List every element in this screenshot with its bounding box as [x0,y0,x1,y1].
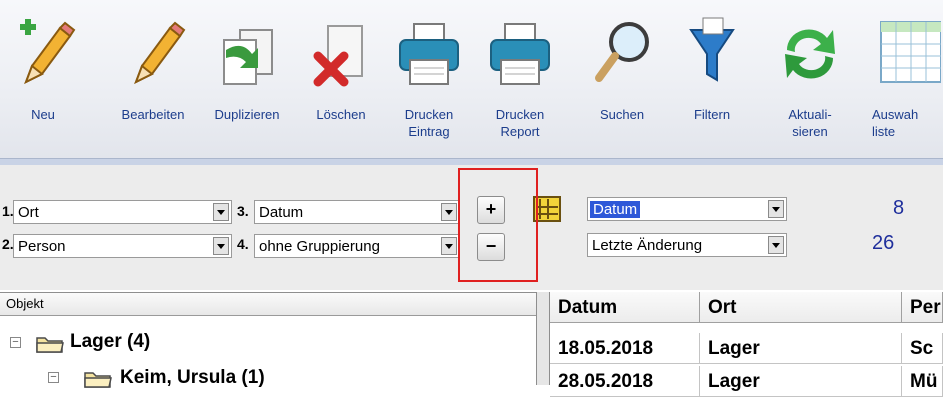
group-level-4-value: ohne Gruppierung [259,238,380,255]
chevron-down-icon[interactable] [213,237,229,255]
group-level-3-number: 3. [237,203,249,219]
tree-item-keim[interactable]: Keim, Ursula (1) [120,367,265,389]
pencil-icon [134,21,186,85]
count-1: 8 [893,197,905,219]
tree-item-lager[interactable]: Lager (4) [70,331,150,353]
cell-datum[interactable]: 28.05.2018 [550,366,700,397]
data-grid: Datum Ort Per 18.05.2018 Lager Sc 28.05.… [550,292,943,397]
refresh-label: Aktuali- sieren [788,107,832,139]
chevron-down-icon[interactable] [213,203,229,221]
delete-label: Löschen [316,107,366,122]
chevron-down-icon[interactable] [768,200,784,218]
cell-person[interactable]: Sc [902,333,943,364]
tree-header: Objekt [0,293,536,316]
group-level-1-number: 1. [2,203,14,219]
print-entry-button[interactable]: Drucken Eintrag [393,0,465,158]
funnel-icon [689,17,735,82]
filter-button[interactable]: Filtern [677,0,747,158]
cell-person[interactable]: Mü [902,366,943,397]
chevron-down-icon[interactable] [441,237,457,255]
delete-button[interactable]: Löschen [301,0,381,158]
sort-field-1-value: Datum [590,201,641,218]
edit-label: Bearbeiten [121,107,185,122]
refresh-button[interactable]: Aktuali- sieren [770,0,850,158]
duplicate-label: Duplizieren [214,107,280,122]
sort-field-2-value: Letzte Änderung [592,237,703,254]
splitter[interactable] [536,292,550,385]
sort-field-2-select[interactable]: Letzte Änderung [587,233,787,257]
group-level-4-select[interactable]: ohne Gruppierung [254,234,460,258]
column-header-datum[interactable]: Datum [550,292,700,323]
duplicate-icon [223,29,273,85]
column-header-ort[interactable]: Ort [700,292,902,323]
delete-icon [313,25,363,87]
chevron-down-icon[interactable] [441,203,457,221]
print-report-button[interactable]: Drucken Report [480,0,560,158]
search-label: Suchen [599,107,645,122]
group-level-2-number: 2. [2,236,14,252]
highlight-box [458,168,538,282]
printer-icon [490,23,550,85]
group-level-2-value: Person [18,238,66,255]
group-level-1-value: Ort [18,204,39,221]
selection-list-label: Auswah liste [872,107,919,139]
toolbar: Neu Bearbeiten Duplizieren Löschen Druck… [0,0,943,158]
new-label: Neu [31,107,55,122]
selection-list-button[interactable]: Auswah liste [866,0,943,158]
pencil-new-icon [20,19,76,85]
collapse-icon[interactable]: − [10,337,21,348]
print-report-label: Drucken Report [495,107,545,139]
duplicate-button[interactable]: Duplizieren [201,0,293,158]
group-level-1-select[interactable]: Ort [13,200,232,224]
cell-ort[interactable]: Lager [700,333,902,364]
search-button[interactable]: Suchen [582,0,662,158]
refresh-icon [785,29,835,79]
magnifier-icon [595,22,649,82]
new-button[interactable]: Neu [8,0,78,158]
group-level-4-number: 4. [237,236,249,252]
table-icon [880,21,941,83]
print-entry-label: Drucken Eintrag [404,107,454,139]
group-level-2-select[interactable]: Person [13,234,232,258]
cell-datum[interactable]: 18.05.2018 [550,333,700,364]
group-level-3-select[interactable]: Datum [254,200,460,224]
folder-icon [36,337,64,353]
sort-field-1-select[interactable]: Datum [587,197,787,221]
chevron-down-icon[interactable] [768,236,784,254]
group-level-3-value: Datum [259,204,304,221]
filter-label: Filtern [693,107,731,122]
collapse-icon[interactable]: − [48,372,59,383]
edit-button[interactable]: Bearbeiten [105,0,201,158]
folder-icon [84,372,112,388]
printer-icon [399,23,459,85]
column-header-person[interactable]: Per [902,292,943,323]
cell-ort[interactable]: Lager [700,366,902,397]
count-2: 26 [872,232,895,254]
